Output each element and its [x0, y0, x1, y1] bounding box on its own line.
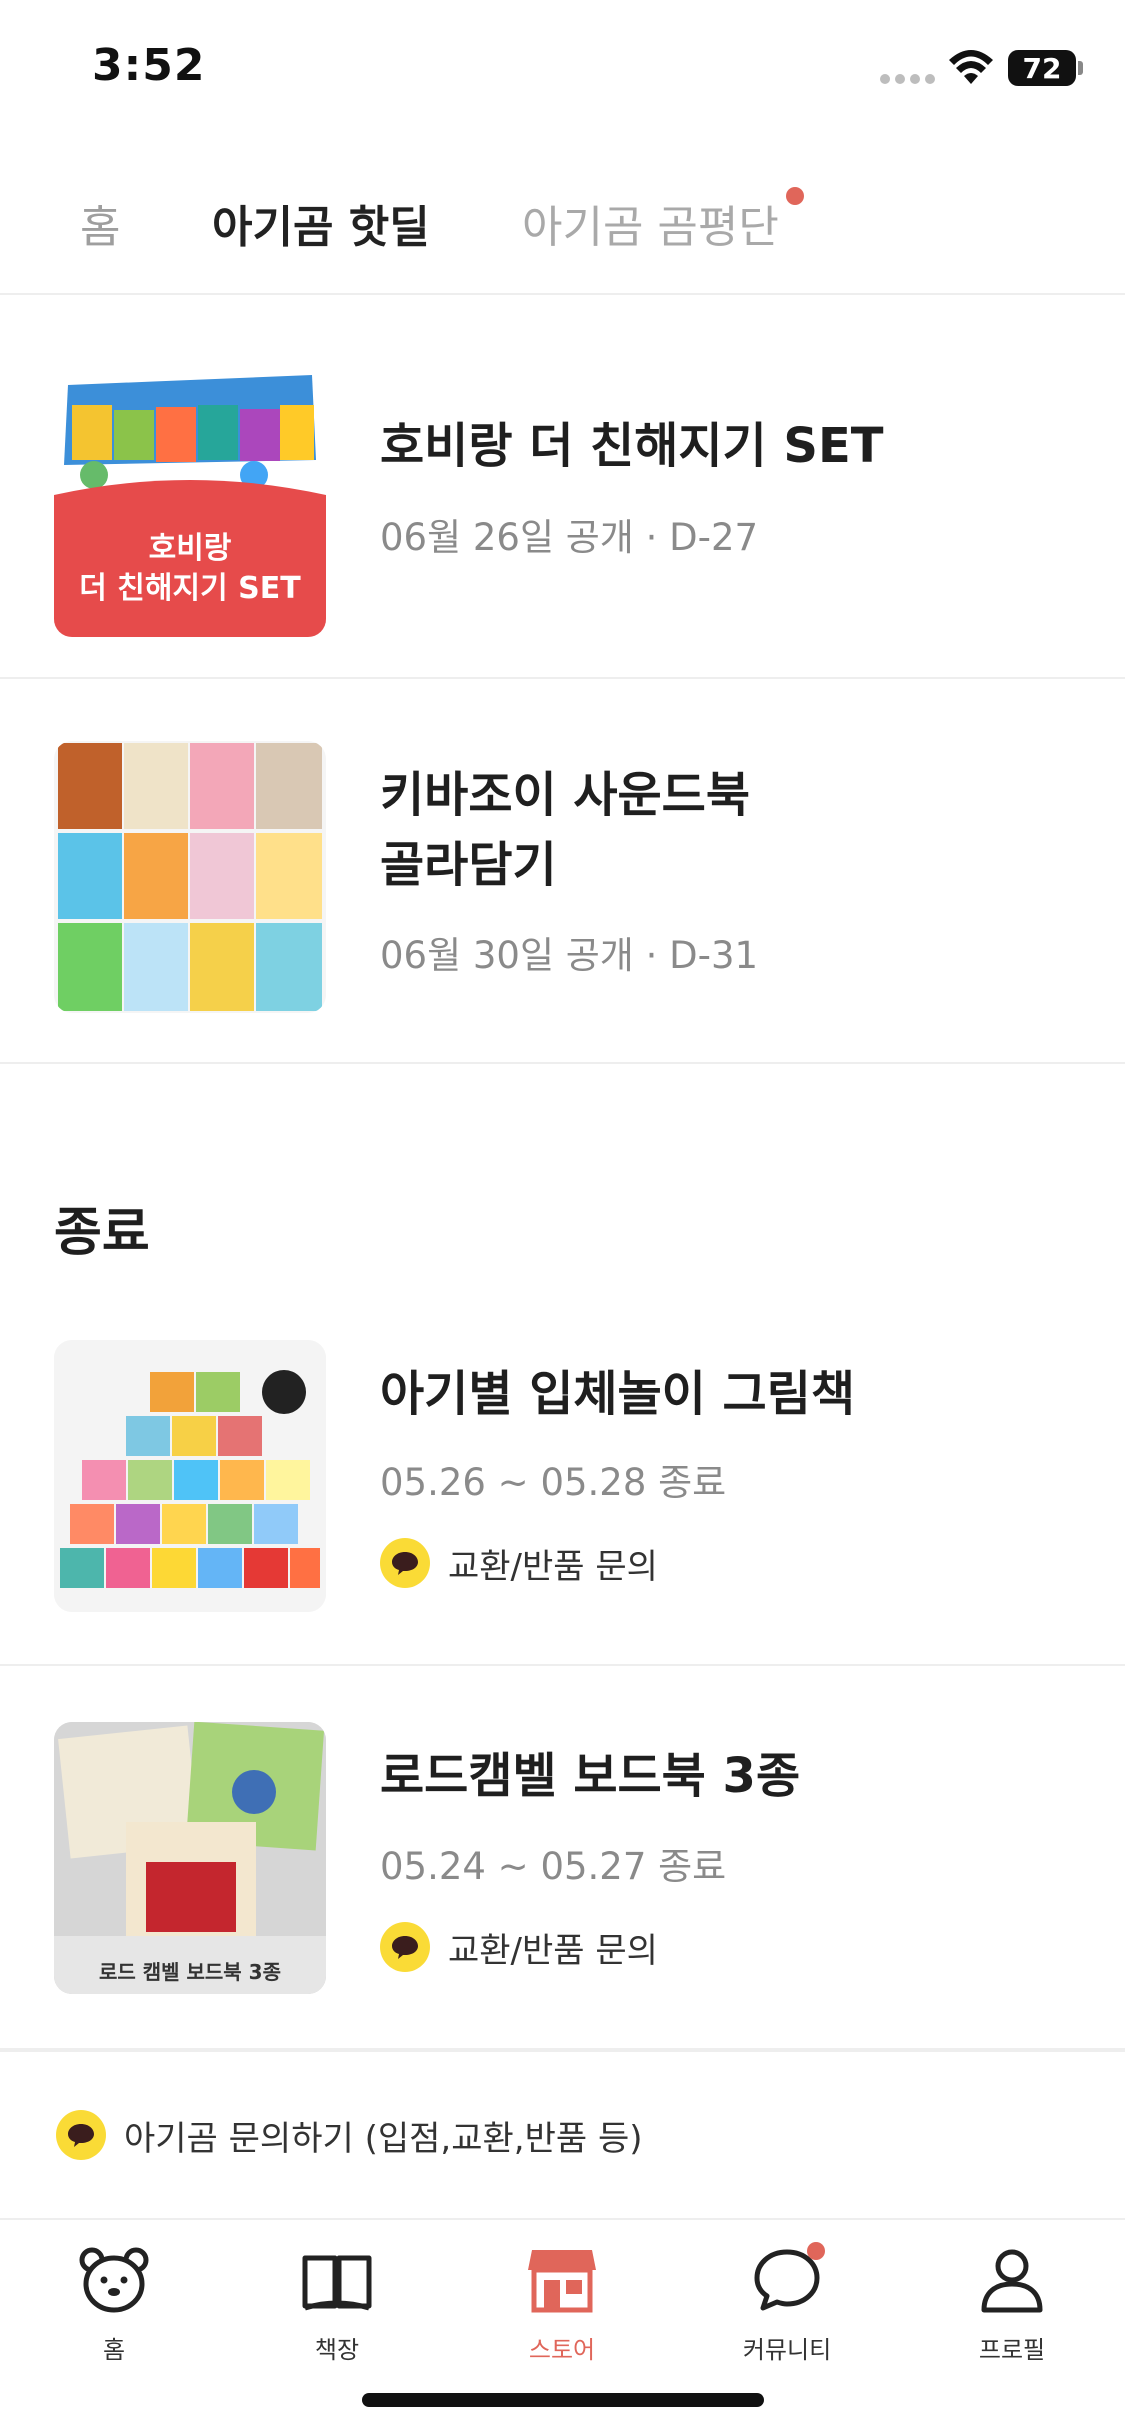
new-badge-dot	[807, 2242, 825, 2260]
deal-date: 06월 30일 공개 · D-31	[380, 934, 759, 977]
product-image	[54, 741, 326, 1013]
deal-title: 로드캠벨 보드북 3종	[380, 1748, 801, 1804]
product-thumbnail	[54, 741, 326, 1013]
nav-profile[interactable]: 프로필	[932, 2242, 1092, 2392]
home-indicator	[362, 2393, 764, 2407]
kakao-chat-icon	[380, 1922, 430, 1972]
new-badge-dot	[786, 187, 804, 205]
thumb-text: 호비랑	[148, 531, 232, 566]
status-bar: 3:52 72	[0, 0, 1125, 140]
product-thumbnail: 호비랑 더 친해지기 SET	[54, 365, 326, 637]
ended-deal-row[interactable]: 아기별 입체놀이 그림책 05.26 ~ 05.28 종료 교환/반품 문의	[0, 1300, 1125, 1666]
wifi-icon	[949, 50, 993, 84]
nav-store[interactable]: 스토어	[482, 2242, 642, 2392]
section-title-ended: 종료	[54, 1203, 150, 1263]
nav-bookshelf[interactable]: 책장	[257, 2242, 417, 2392]
top-tab-bar: 홈 아기곰 핫딜 아기곰 곰평단	[0, 180, 1125, 295]
product-image	[54, 1340, 326, 1612]
deal-title: 호비랑 더 친해지기 SET	[380, 418, 884, 474]
status-time: 3:52	[92, 40, 206, 91]
nav-community[interactable]: 커뮤니티	[707, 2242, 867, 2392]
bear-icon	[79, 2247, 149, 2313]
thumb-text: 더 친해지기 SET	[79, 571, 301, 606]
battery-icon: 72	[1008, 50, 1076, 86]
product-thumbnail: 로드 캠벨 보드북 3종	[54, 1722, 326, 1994]
nav-home[interactable]: 홈	[34, 2242, 194, 2392]
nav-label: 커뮤니티	[742, 2336, 832, 2364]
deal-period: 05.26 ~ 05.28 종료	[380, 1461, 727, 1504]
nav-label: 프로필	[978, 2336, 1046, 2364]
exchange-return-inquiry-button[interactable]: 교환/반품 문의	[380, 1538, 658, 1588]
deal-date: 06월 26일 공개 · D-27	[380, 516, 759, 559]
kakao-chat-icon	[56, 2110, 106, 2160]
nav-label: 홈	[102, 2336, 126, 2364]
deal-period: 05.24 ~ 05.27 종료	[380, 1845, 727, 1888]
book-icon	[302, 2255, 372, 2311]
battery-nub	[1078, 61, 1083, 75]
kakao-chat-icon	[380, 1538, 430, 1588]
inquiry-label: 교환/반품 문의	[448, 1930, 658, 1971]
tab-hotdeal[interactable]: 아기곰 핫딜	[212, 198, 430, 258]
product-image	[54, 1722, 326, 1994]
ended-deal-row[interactable]: 로드 캠벨 보드북 3종 로드캠벨 보드북 3종 05.24 ~ 05.27 종…	[0, 1668, 1125, 2050]
store-icon	[528, 2250, 596, 2313]
cellular-signal-icon	[880, 74, 935, 84]
deal-row[interactable]: 키바조이 사운드북 골라담기 06월 30일 공개 · D-31	[0, 681, 1125, 1064]
inquiry-label: 교환/반품 문의	[448, 1546, 658, 1587]
deal-row[interactable]: 호비랑 더 친해지기 SET 호비랑 더 친해지기 SET 06월 26일 공개…	[0, 297, 1125, 679]
deal-title-line: 골라담기	[380, 837, 557, 893]
deal-title: 아기별 입체놀이 그림책	[380, 1366, 856, 1422]
tab-home[interactable]: 홈	[80, 198, 120, 258]
tab-review[interactable]: 아기곰 곰평단	[522, 198, 779, 258]
nav-label: 책장	[314, 2336, 360, 2364]
exchange-return-inquiry-button[interactable]: 교환/반품 문의	[380, 1922, 658, 1972]
thumb-caption: 로드 캠벨 보드북 3종	[98, 1960, 281, 1984]
product-thumbnail	[54, 1340, 326, 1612]
contact-label: 아기곰 문의하기 (입점,교환,반품 등)	[124, 2118, 643, 2159]
contact-inquiry-row[interactable]: 아기곰 문의하기 (입점,교환,반품 등)	[0, 2050, 1125, 2220]
deal-title-line: 키바조이 사운드북	[380, 767, 750, 823]
profile-icon	[981, 2249, 1043, 2313]
nav-label: 스토어	[528, 2336, 596, 2364]
